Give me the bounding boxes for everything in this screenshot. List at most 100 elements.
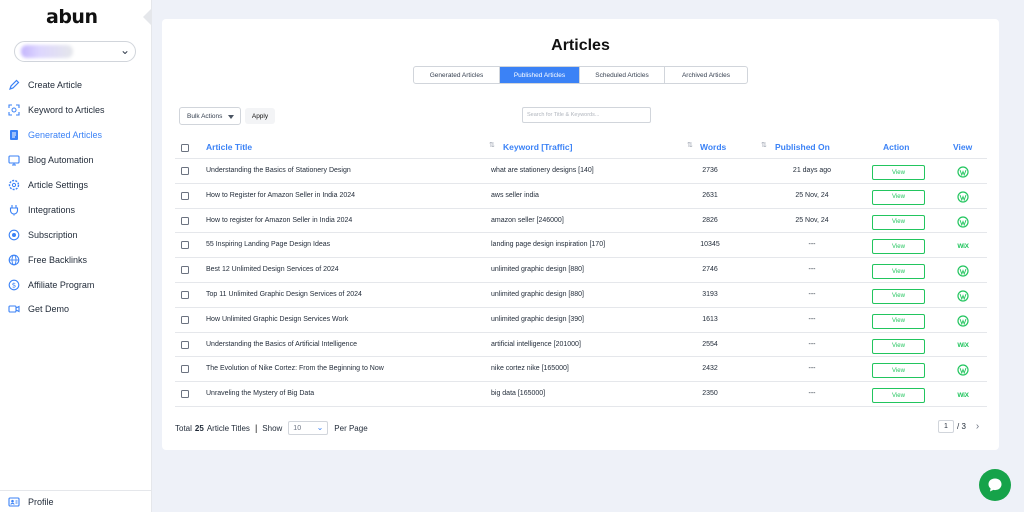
- column-header-published-on[interactable]: Published On: [775, 142, 830, 152]
- row-checkbox[interactable]: [181, 191, 189, 200]
- bulk-actions-select[interactable]: Bulk Actions: [179, 107, 241, 125]
- article-title[interactable]: Unraveling the Mystery of Big Data: [206, 390, 314, 397]
- wix-icon[interactable]: WiX: [955, 339, 971, 353]
- table-row: How to Register for Amazon Seller in Ind…: [175, 184, 987, 209]
- document-icon: [7, 129, 20, 142]
- view-button[interactable]: View: [872, 189, 925, 205]
- row-checkbox[interactable]: [181, 241, 189, 250]
- chat-support-button[interactable]: [979, 469, 1011, 501]
- profile-label: Profile: [28, 496, 54, 507]
- row-checkbox[interactable]: [181, 390, 189, 399]
- article-published-on: 25 Nov, 24: [795, 216, 829, 224]
- article-published-on: ---: [808, 266, 816, 274]
- wordpress-icon[interactable]: [955, 314, 971, 328]
- view-button[interactable]: View: [872, 288, 925, 304]
- table-row: Top 11 Unlimited Graphic Design Services…: [175, 283, 987, 308]
- sidebar-item-blog-automation[interactable]: Blog Automation: [0, 148, 152, 173]
- sidebar-item-subscription[interactable]: Subscription: [0, 222, 152, 247]
- row-checkbox[interactable]: [181, 290, 189, 299]
- subscription-icon: [7, 228, 20, 241]
- wordpress-icon[interactable]: [955, 363, 971, 377]
- sidebar-item-keyword-to-articles[interactable]: Keyword to Articles: [0, 98, 152, 123]
- row-checkbox[interactable]: [181, 167, 189, 175]
- apply-button[interactable]: Apply: [245, 108, 275, 124]
- article-title[interactable]: Understanding the Basics of Artificial I…: [206, 341, 357, 348]
- view-button[interactable]: View: [872, 338, 925, 354]
- sidebar-item-article-settings[interactable]: Article Settings: [0, 173, 152, 198]
- article-title[interactable]: How to Register for Amazon Seller in Ind…: [206, 192, 355, 199]
- sidebar-item-profile[interactable]: Profile: [0, 490, 152, 512]
- table-row: How to register for Amazon Seller in Ind…: [175, 209, 987, 234]
- table-header: Article Title ⇅ Keyword [Traffic] ⇅ Word…: [175, 136, 987, 159]
- show-label: Show: [262, 423, 283, 433]
- sidebar-item-integrations[interactable]: Integrations: [0, 197, 152, 222]
- tab-scheduled-articles[interactable]: Scheduled Articles: [580, 67, 665, 83]
- row-checkbox[interactable]: [181, 216, 189, 225]
- row-checkbox[interactable]: [181, 340, 189, 349]
- article-title[interactable]: How to register for Amazon Seller in Ind…: [206, 217, 352, 224]
- svg-text:$: $: [11, 281, 15, 289]
- tab-published-articles[interactable]: Published Articles: [500, 67, 580, 83]
- wix-icon[interactable]: WiX: [955, 388, 971, 402]
- page-number-input[interactable]: 1: [938, 420, 954, 433]
- wordpress-icon[interactable]: [955, 165, 971, 179]
- sidebar-item-label: Article Settings: [28, 180, 89, 190]
- sidebar-nav: Create Article Keyword to Articles Gener…: [0, 73, 152, 322]
- view-button[interactable]: View: [872, 214, 925, 230]
- page-total: / 3: [957, 422, 966, 431]
- column-header-keyword[interactable]: Keyword [Traffic]: [503, 142, 572, 152]
- sidebar-item-generated-articles[interactable]: Generated Articles: [0, 123, 152, 148]
- wix-icon[interactable]: WiX: [955, 239, 971, 253]
- article-title[interactable]: How Unlimited Graphic Design Services Wo…: [206, 316, 348, 323]
- sort-icon[interactable]: ⇅: [687, 142, 693, 149]
- sort-icon[interactable]: ⇅: [761, 142, 767, 149]
- table-row: Unraveling the Mystery of Big Data big da…: [175, 382, 987, 407]
- article-published-on: ---: [808, 365, 816, 373]
- select-all-checkbox[interactable]: [181, 144, 189, 152]
- article-title[interactable]: 55 Inspiring Landing Page Design Ideas: [206, 241, 330, 248]
- view-button[interactable]: View: [872, 264, 925, 280]
- article-title[interactable]: The Evolution of Nike Cortez: From the B…: [206, 365, 384, 372]
- sidebar-item-free-backlinks[interactable]: Free Backlinks: [0, 247, 152, 272]
- article-title[interactable]: Best 12 Unlimited Design Services of 202…: [206, 266, 339, 273]
- tab-generated-articles[interactable]: Generated Articles: [414, 67, 500, 83]
- app-logo[interactable]: abun: [46, 6, 98, 28]
- account-selector[interactable]: ⌄: [14, 41, 136, 62]
- article-keyword: unlimited graphic design [880]: [491, 290, 585, 298]
- sidebar-item-label: Get Demo: [28, 304, 70, 315]
- sidebar-item-affiliate-program[interactable]: $ Affiliate Program: [0, 272, 152, 297]
- search-input[interactable]: [522, 107, 651, 123]
- per-page-select[interactable]: 10 ⌄: [288, 421, 329, 435]
- caret-down-icon: [228, 115, 234, 119]
- article-keyword: big data [165000]: [491, 390, 546, 398]
- sort-icon[interactable]: ⇅: [489, 142, 495, 149]
- bulk-actions-label: Bulk Actions: [187, 112, 223, 120]
- sidebar-collapse-toggle[interactable]: [143, 8, 152, 26]
- gear-icon: [7, 179, 20, 192]
- column-header-article-title[interactable]: Article Title: [206, 142, 252, 152]
- view-button[interactable]: View: [872, 388, 925, 404]
- tab-archived-articles[interactable]: Archived Articles: [665, 67, 747, 83]
- article-title[interactable]: Understanding the Basics of Stationery D…: [206, 167, 351, 174]
- wordpress-icon[interactable]: [955, 264, 971, 278]
- wix-label: WiX: [957, 342, 969, 350]
- view-button[interactable]: View: [872, 363, 925, 379]
- wordpress-icon[interactable]: [955, 289, 971, 303]
- article-tabs: Generated Articles Published Articles Sc…: [413, 66, 748, 84]
- next-page-icon[interactable]: ›: [976, 421, 979, 432]
- wordpress-icon[interactable]: [955, 215, 971, 229]
- column-header-words[interactable]: Words: [700, 142, 726, 152]
- sidebar-item-create-article[interactable]: Create Article: [0, 73, 152, 98]
- view-button[interactable]: View: [872, 239, 925, 255]
- row-checkbox[interactable]: [181, 365, 189, 374]
- table-row: Understanding the Basics of Artificial I…: [175, 333, 987, 358]
- view-button[interactable]: View: [872, 313, 925, 329]
- view-button[interactable]: View: [872, 165, 925, 180]
- wordpress-icon[interactable]: [955, 190, 971, 204]
- sidebar-item-label: Create Article: [28, 80, 83, 91]
- sidebar-item-get-demo[interactable]: Get Demo: [0, 297, 152, 322]
- row-checkbox[interactable]: [181, 315, 189, 324]
- row-checkbox[interactable]: [181, 266, 189, 275]
- article-title[interactable]: Top 11 Unlimited Graphic Design Services…: [206, 291, 362, 298]
- article-words: 2826: [702, 216, 718, 224]
